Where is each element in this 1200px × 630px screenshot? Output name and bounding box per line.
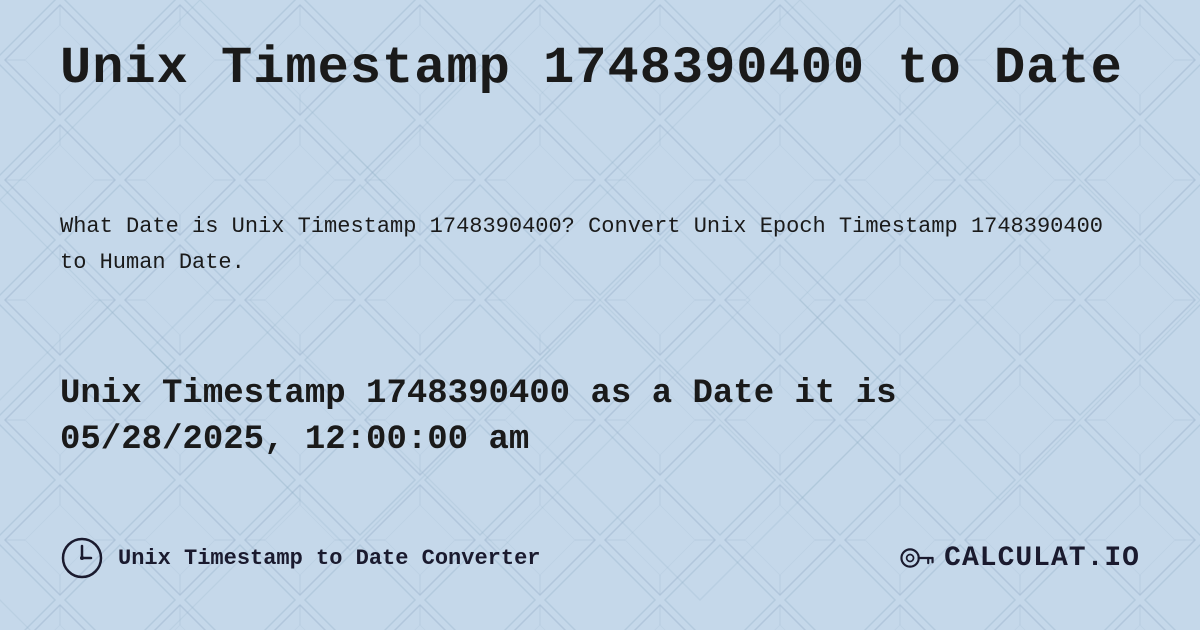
clock-icon [60, 536, 104, 580]
page-title: Unix Timestamp 1748390400 to Date [60, 40, 1140, 97]
logo-icon [898, 539, 936, 577]
logo-text: CALCULAT.IO [944, 543, 1140, 574]
logo-area: CALCULAT.IO [898, 539, 1140, 577]
footer-label: Unix Timestamp to Date Converter [118, 546, 540, 571]
result-text: Unix Timestamp 1748390400 as a Date it i… [60, 372, 1140, 464]
description-text: What Date is Unix Timestamp 1748390400? … [60, 209, 1110, 279]
page-content: Unix Timestamp 1748390400 to Date What D… [0, 0, 1200, 630]
result-line2: 05/28/2025, 12:00:00 am [60, 421, 529, 459]
title-section: Unix Timestamp 1748390400 to Date [60, 40, 1140, 97]
result-line1: Unix Timestamp 1748390400 as a Date it i… [60, 375, 897, 413]
footer-left: Unix Timestamp to Date Converter [60, 536, 540, 580]
result-section: Unix Timestamp 1748390400 as a Date it i… [60, 372, 1140, 464]
footer: Unix Timestamp to Date Converter CALCULA… [60, 536, 1140, 590]
